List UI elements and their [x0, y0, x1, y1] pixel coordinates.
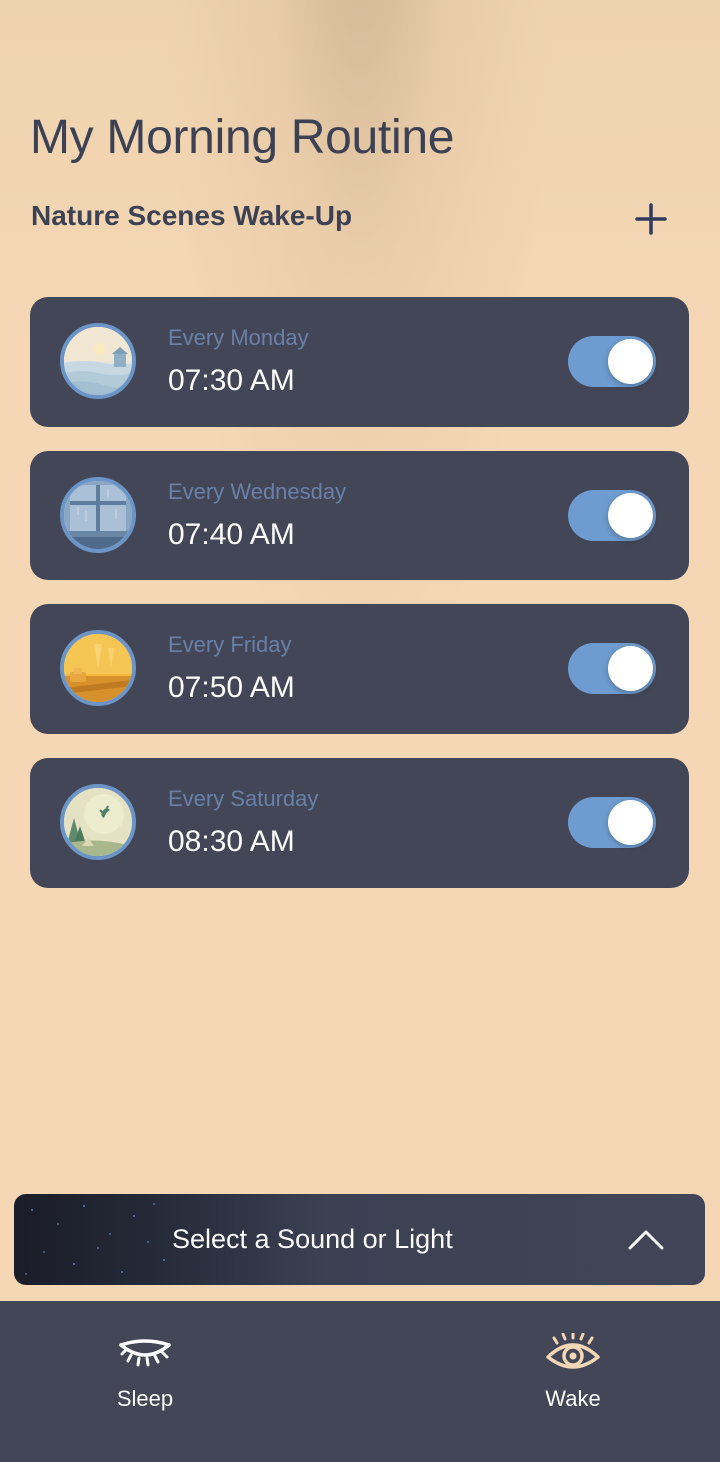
alarm-list: Every Monday 07:30 AM Every Wednesday 07… — [30, 297, 689, 912]
plus-icon — [635, 203, 667, 235]
add-alarm-button[interactable] — [625, 193, 677, 245]
open-eye-icon — [546, 1333, 600, 1369]
toggle-knob — [608, 493, 653, 538]
bottom-tab-bar: Sleep Wake — [0, 1301, 720, 1462]
chevron-up-icon[interactable] — [626, 1222, 666, 1256]
alarm-time: 07:30 AM — [168, 364, 295, 397]
screen: My Morning Routine Nature Scenes Wake-Up — [0, 0, 720, 1462]
sound-light-label: Select a Sound or Light — [172, 1224, 453, 1254]
tab-wake-label: Wake — [545, 1386, 601, 1411]
tab-wake[interactable]: Wake — [473, 1301, 673, 1421]
alarm-toggle[interactable] — [568, 797, 656, 848]
alarm-time: 07:50 AM — [168, 671, 295, 704]
routine-subtitle: Nature Scenes Wake-Up — [31, 200, 353, 231]
sunny-kitchen-thumbnail — [60, 630, 136, 706]
alarm-card[interactable]: Every Saturday 08:30 AM — [30, 758, 689, 888]
page-title: My Morning Routine — [30, 111, 455, 164]
forest-bird-image — [64, 788, 132, 856]
alarm-repeat-label: Every Monday — [168, 325, 309, 350]
alarm-toggle[interactable] — [568, 490, 656, 541]
toggle-knob — [608, 646, 653, 691]
sound-light-selector[interactable]: Select a Sound or Light — [14, 1194, 705, 1285]
toggle-knob — [608, 339, 653, 384]
tab-sleep[interactable]: Sleep — [45, 1301, 245, 1421]
alarm-toggle[interactable] — [568, 643, 656, 694]
sunny-kitchen-image — [64, 634, 132, 702]
rainy-window-thumbnail — [60, 477, 136, 553]
alarm-repeat-label: Every Friday — [168, 632, 292, 657]
tab-sleep-label: Sleep — [116, 1386, 174, 1411]
alarm-card[interactable]: Every Wednesday 07:40 AM — [30, 451, 689, 580]
alarm-time: 08:30 AM — [168, 825, 295, 858]
lake-sunrise-thumbnail — [60, 323, 136, 399]
forest-bird-thumbnail — [60, 784, 136, 860]
alarm-time: 07:40 AM — [168, 518, 295, 551]
alarm-toggle[interactable] — [568, 336, 656, 387]
toggle-knob — [608, 800, 653, 845]
alarm-card[interactable]: Every Monday 07:30 AM — [30, 297, 689, 427]
closed-eye-icon — [119, 1339, 171, 1367]
alarm-repeat-label: Every Wednesday — [168, 479, 347, 504]
alarm-repeat-label: Every Saturday — [168, 786, 319, 811]
rainy-window-image — [64, 481, 132, 549]
alarm-card[interactable]: Every Friday 07:50 AM — [30, 604, 689, 734]
lake-sunrise-image — [64, 327, 132, 395]
